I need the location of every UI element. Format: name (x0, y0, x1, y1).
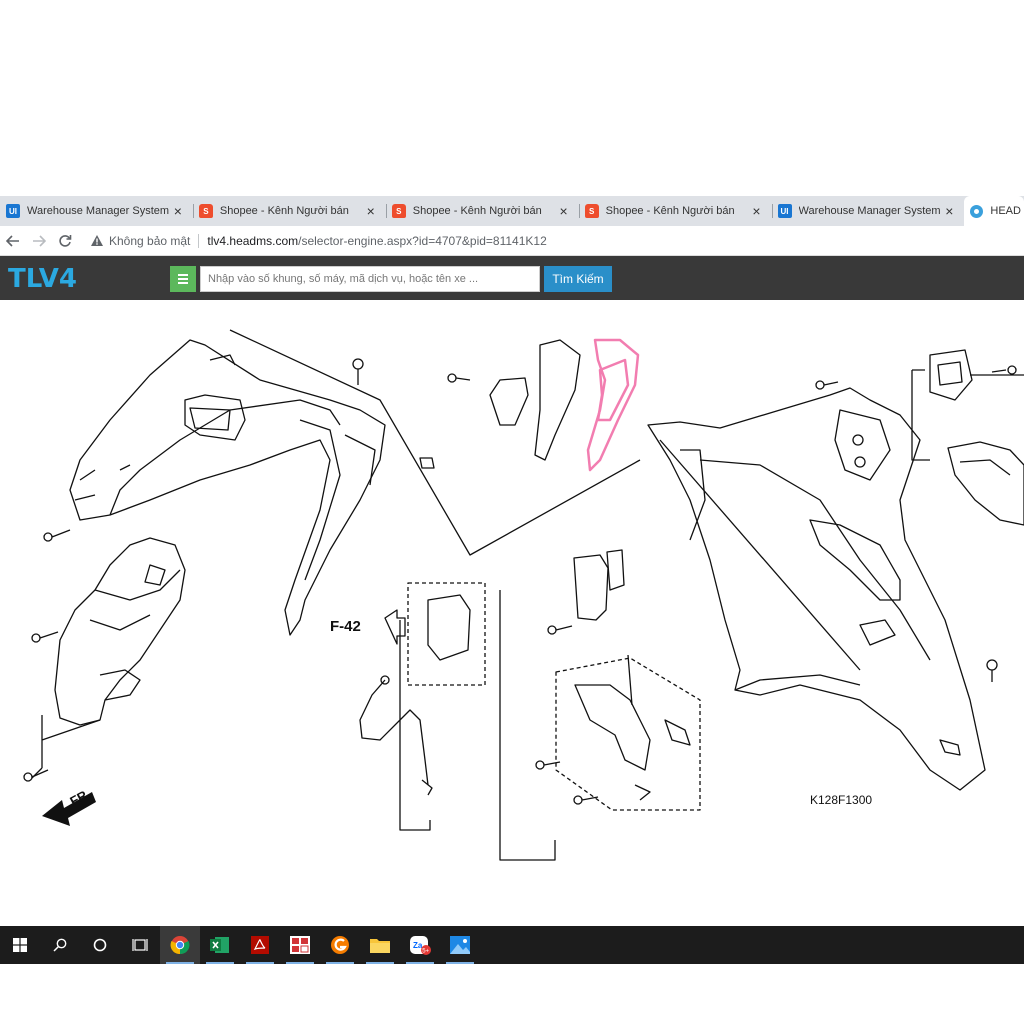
hamburger-line (178, 278, 188, 280)
reload-button[interactable] (52, 228, 78, 254)
shopee-bag-icon: S (584, 204, 599, 218)
taskbar-app-grid[interactable] (280, 926, 320, 964)
tab-title: Shopee - Kênh Người bán (412, 205, 542, 217)
orange-app-icon (331, 936, 349, 954)
site-logo[interactable]: TLV4 (8, 264, 77, 294)
blank-bottom-area (0, 964, 1024, 1024)
taskbar-zalo[interactable]: Za 5+ (400, 926, 440, 964)
cortana-icon (93, 938, 107, 952)
tab-shopee-1[interactable]: S Shopee - Kênh Người bán × (192, 196, 386, 226)
task-view-icon (132, 939, 148, 951)
close-icon[interactable]: × (171, 203, 185, 219)
head-site-icon (970, 204, 984, 218)
chrome-icon (170, 936, 190, 955)
tab-shopee-3[interactable]: S Shopee - Kênh Người bán × (578, 196, 772, 226)
windows-taskbar: Za 5+ (0, 926, 1024, 964)
browser-toolbar: Không bảo mật tlv4.headms.com/selector-e… (0, 226, 1024, 256)
forward-button[interactable] (26, 228, 52, 254)
file-explorer-icon (370, 939, 390, 953)
url-divider (198, 233, 200, 248)
photos-icon (450, 936, 470, 954)
close-icon[interactable]: × (750, 203, 764, 219)
taskbar-search-button[interactable] (40, 926, 80, 964)
hamburger-icon (178, 274, 188, 276)
close-icon[interactable]: × (557, 203, 571, 219)
tab-warehouse-manager-2[interactable]: UI Warehouse Manager System × (771, 196, 965, 226)
tab-shopee-2[interactable]: S Shopee - Kênh Người bán × (385, 196, 579, 226)
tab-title: Shopee - Kênh Người bán (219, 205, 349, 217)
zalo-badge-count: 5+ (422, 949, 429, 955)
tab-title: HEAD (990, 205, 1021, 217)
hamburger-line (178, 282, 188, 284)
diagram-code: K128F1300 (810, 793, 873, 807)
url-host: tlv4.headms.com (207, 233, 299, 248)
browser-tab-strip: UI Warehouse Manager System × S Shopee -… (0, 196, 1024, 226)
ui-logo-icon: UI (777, 204, 792, 218)
taskbar-photos[interactable] (440, 926, 480, 964)
cortana-button[interactable] (80, 926, 120, 964)
reload-icon (59, 234, 72, 247)
windows-start-icon (13, 938, 27, 952)
tab-head-active[interactable]: HEAD (964, 196, 1024, 226)
search-input[interactable] (200, 266, 540, 292)
ui-logo-icon: UI (6, 204, 20, 218)
back-arrow-icon (6, 234, 19, 247)
excel-icon (210, 937, 229, 953)
close-icon[interactable]: × (364, 203, 378, 219)
acrobat-icon (251, 936, 269, 954)
highlighted-part[interactable] (586, 338, 640, 472)
security-label[interactable]: Không bảo mật (109, 234, 190, 248)
search-button[interactable]: Tìm Kiếm (544, 266, 612, 292)
taskbar-excel[interactable] (200, 926, 240, 964)
url-path: /selector-engine.aspx?id=4707&pid=81141K… (298, 233, 547, 248)
taskbar-acrobat[interactable] (240, 926, 280, 964)
blank-top-area (0, 0, 1024, 196)
zalo-icon: Za5+ (410, 936, 431, 955)
parts-diagram: FR. F-42 K128F1300 (0, 300, 1024, 926)
shopee-bag-icon: S (198, 204, 213, 218)
forward-arrow-icon (33, 234, 46, 247)
address-bar[interactable]: tlv4.headms.com/selector-engine.aspx?id=… (207, 234, 546, 248)
windows-start-button[interactable] (0, 926, 40, 964)
tab-title: Warehouse Manager System (27, 205, 170, 217)
reference-label[interactable]: F-42 (330, 618, 361, 635)
app-grid-icon (290, 936, 310, 954)
exploded-parts-drawing: FR. (23, 329, 1024, 861)
shopee-bag-icon: S (391, 204, 406, 218)
taskbar-orange-app[interactable] (320, 926, 360, 964)
task-view-button[interactable] (120, 926, 160, 964)
warning-icon[interactable] (90, 234, 104, 248)
front-direction-arrow: FR. (42, 786, 96, 826)
tab-title: Shopee - Kênh Người bán (605, 205, 735, 217)
close-icon[interactable]: × (942, 203, 956, 219)
taskbar-chrome[interactable] (160, 926, 200, 964)
search-icon (53, 938, 67, 952)
tab-warehouse-manager-1[interactable]: UI Warehouse Manager System × (0, 196, 193, 226)
back-button[interactable] (0, 228, 26, 254)
tab-title: Warehouse Manager System (798, 205, 941, 217)
taskbar-file-explorer[interactable] (360, 926, 400, 964)
menu-toggle-button[interactable] (170, 266, 196, 292)
